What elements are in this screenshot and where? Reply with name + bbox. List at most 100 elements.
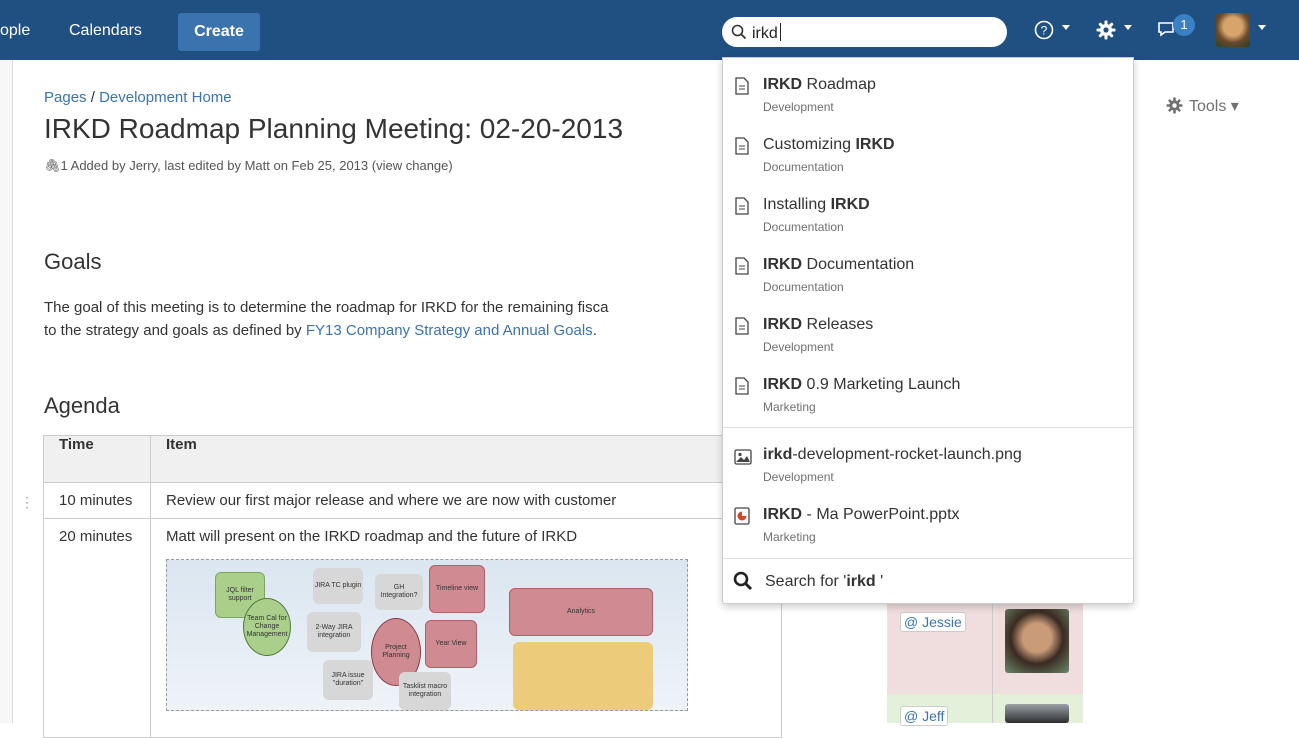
result-title: irkd-development-rocket-launch.png — [763, 446, 1022, 463]
jeff-avatar[interactable] — [1005, 704, 1069, 723]
result-title: Customizing IRKD — [763, 136, 895, 153]
diagram-box-jira-tc: JIRA TC plugin — [313, 568, 363, 604]
column-header-time[interactable]: Time — [43, 435, 151, 483]
table-row: 20 minutes Matt will present on the IRKD… — [43, 518, 782, 738]
search-result-item[interactable]: Customizing IRKD Documentation — [723, 131, 1133, 191]
gear-icon — [1166, 97, 1183, 114]
paperclip-icon[interactable]: 🖇︎ — [44, 158, 61, 173]
search-for-all-button[interactable]: Search for 'irkd ' — [723, 561, 1133, 603]
result-title: IRKD Roadmap — [763, 76, 876, 93]
search-input[interactable]: irkd — [722, 17, 1007, 47]
tools-menu-button[interactable]: Tools ▾ — [1166, 96, 1239, 116]
nav-people-link[interactable]: ople — [0, 22, 30, 40]
diagram-box-timeline: Timeline view — [429, 565, 485, 613]
page-metadata: 🖇︎1 Added by Jerry, last edited by Matt … — [44, 158, 453, 174]
page-icon — [735, 257, 749, 275]
breadcrumb-pages-link[interactable]: Pages — [44, 89, 87, 106]
page-icon — [735, 197, 749, 215]
diagram-box-yellow — [513, 642, 653, 710]
user-mention-jessie[interactable]: @ Jessie — [900, 612, 966, 632]
top-nav-bar: ople Calendars Create irkd ? 1 — [0, 0, 1299, 60]
nav-calendars-link[interactable]: Calendars — [69, 22, 142, 40]
fy13-strategy-link[interactable]: FY13 Company Strategy and Annual Goals — [306, 322, 593, 339]
sidebar-collapsed — [0, 60, 13, 723]
user-mention-jeff[interactable]: @ Jeff — [900, 706, 949, 726]
create-button[interactable]: Create — [178, 13, 260, 51]
result-space: Documentation — [763, 220, 844, 234]
result-space: Development — [763, 100, 834, 114]
chevron-down-icon[interactable] — [1258, 25, 1266, 30]
powerpoint-icon — [734, 507, 750, 525]
goals-paragraph: The goal of this meeting is to determine… — [44, 296, 724, 342]
notification-count-badge[interactable]: 1 — [1173, 14, 1195, 36]
column-header-item[interactable]: Item — [150, 435, 782, 483]
search-result-item[interactable]: irkd-development-rocket-launch.png Devel… — [723, 441, 1133, 501]
goals-line-2: to the strategy and goals as defined by — [44, 322, 306, 339]
page-icon — [735, 317, 749, 335]
breadcrumb: Pages / Development Home — [44, 89, 232, 106]
table-header-row: Time Item — [43, 435, 782, 483]
result-title: IRKD Releases — [763, 316, 874, 333]
results-divider — [723, 427, 1133, 428]
search-result-item[interactable]: IRKD Roadmap Development — [723, 71, 1133, 131]
diagram-box-analytics: Analytics — [509, 588, 653, 636]
jessie-avatar[interactable] — [1005, 609, 1069, 673]
result-space: Documentation — [763, 280, 844, 294]
help-icon[interactable]: ? — [1034, 20, 1054, 40]
diagram-box-year-view: Year View — [425, 620, 477, 668]
page-icon — [735, 77, 749, 95]
result-space: Documentation — [763, 160, 844, 174]
breadcrumb-parent-link[interactable]: Development Home — [99, 89, 232, 106]
search-result-item[interactable]: IRKD - Ma PowerPoint.pptx Marketing — [723, 501, 1133, 561]
search-result-item[interactable]: IRKD Releases Development — [723, 311, 1133, 371]
goals-heading: Goals — [44, 249, 102, 274]
agenda-table: Time Item 10 minutes Review our first ma… — [43, 435, 782, 738]
results-divider — [723, 558, 1133, 559]
gear-icon[interactable] — [1096, 20, 1116, 40]
search-results-dropdown: IRKD Roadmap Development Customizing IRK… — [722, 57, 1134, 604]
tools-label: Tools ▾ — [1189, 98, 1239, 115]
table-cell-time[interactable]: 10 minutes — [43, 482, 151, 519]
diagram-box-gh: GH Integration? — [375, 574, 423, 610]
search-icon — [733, 571, 753, 591]
drag-handle-icon[interactable]: ⋮ — [20, 494, 34, 511]
svg-text:?: ? — [1041, 24, 1048, 38]
result-title: IRKD - Ma PowerPoint.pptx — [763, 506, 960, 523]
goals-line-2-end: . — [592, 322, 597, 339]
search-input-value: irkd — [752, 23, 781, 43]
result-space: Marketing — [763, 530, 816, 544]
image-icon — [734, 449, 752, 465]
diagram-box-two-way: 2-Way JIRA integration — [307, 612, 361, 652]
chevron-down-icon[interactable] — [1062, 25, 1070, 30]
agenda-heading: Agenda — [44, 393, 120, 418]
search-result-item[interactable]: Installing IRKD Documentation — [723, 191, 1133, 251]
result-title: IRKD 0.9 Marketing Launch — [763, 376, 961, 393]
result-space: Marketing — [763, 400, 816, 414]
roadmap-diagram-image[interactable]: JQL filter support Team Cal for Change M… — [166, 559, 688, 711]
breadcrumb-separator: / — [90, 89, 95, 106]
page-icon — [735, 137, 749, 155]
result-space: Development — [763, 340, 834, 354]
table-cell-item[interactable]: Review our first major release and where… — [150, 482, 782, 519]
attachment-count[interactable]: 1 — [61, 158, 68, 173]
page-byline: Added by Jerry, last edited by Matt on F… — [70, 158, 369, 173]
diagram-box-jira-issue: JIRA issue "duration" — [323, 660, 373, 700]
table-cell-time[interactable]: 20 minutes — [43, 518, 151, 738]
chevron-down-icon[interactable] — [1124, 25, 1132, 30]
text-caret — [779, 23, 781, 41]
table-row: 10 minutes Review our first major releas… — [43, 482, 782, 519]
view-change-link[interactable]: (view change) — [372, 158, 453, 173]
search-result-item[interactable]: IRKD 0.9 Marketing Launch Marketing — [723, 371, 1133, 431]
diagram-box-tasklist: Tasklist macro integration — [399, 672, 451, 710]
agenda-item-text: Matt will present on the IRKD roadmap an… — [166, 528, 578, 545]
page-icon — [735, 377, 749, 395]
table-cell-item[interactable]: Matt will present on the IRKD roadmap an… — [150, 518, 782, 738]
user-avatar[interactable] — [1216, 13, 1250, 47]
diagram-box-team-cal: Team Cal for Change Management — [243, 598, 291, 656]
result-title: IRKD Documentation — [763, 256, 915, 273]
result-space: Development — [763, 470, 834, 484]
search-icon — [731, 24, 747, 40]
cell-divider — [992, 600, 993, 723]
page-title: IRKD Roadmap Planning Meeting: 02-20-201… — [44, 113, 624, 144]
search-result-item[interactable]: IRKD Documentation Documentation — [723, 251, 1133, 311]
